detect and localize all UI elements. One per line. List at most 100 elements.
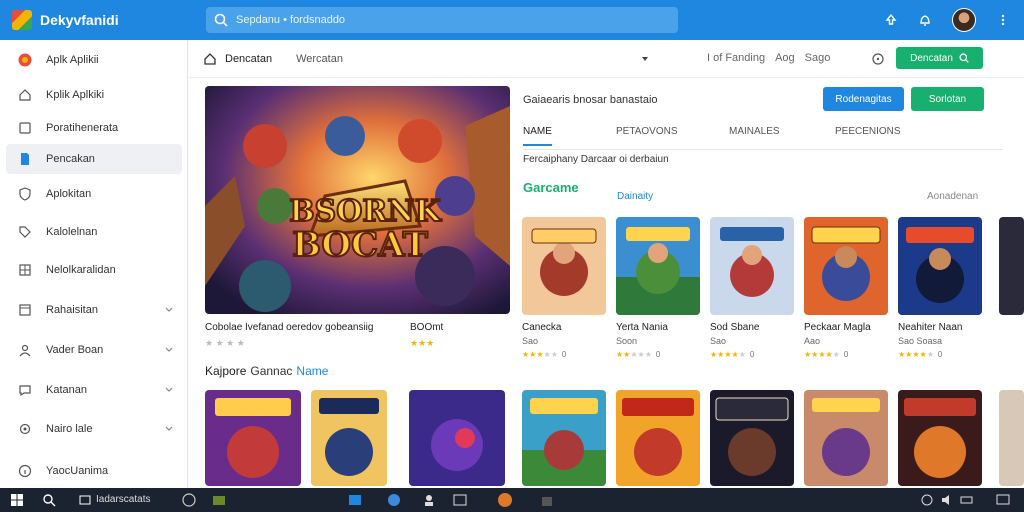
see-all-link[interactable]: Aonadenan bbox=[927, 191, 978, 202]
avatar[interactable] bbox=[952, 8, 976, 32]
tab-name[interactable]: NAME bbox=[523, 126, 552, 146]
sidebar-item-kplik-aplkiki[interactable]: Kplik Aplkiki bbox=[6, 80, 182, 110]
game-title: Yerta Nania bbox=[616, 322, 668, 333]
store-icon[interactable] bbox=[540, 493, 554, 507]
tab-peecenions[interactable]: PEECENIONS bbox=[835, 126, 901, 137]
sidebar-item-nairo-lale[interactable]: Nairo lale bbox=[6, 414, 182, 444]
game-title: Peckaar Magla bbox=[804, 322, 871, 333]
categories-tag[interactable]: Gannac bbox=[250, 364, 292, 378]
sidebar-item-aplokitan[interactable]: Aplokitan bbox=[6, 179, 182, 209]
game-art bbox=[710, 217, 794, 315]
notifications-center-icon[interactable] bbox=[996, 493, 1010, 507]
breadcrumb-home[interactable]: Dencatan bbox=[225, 53, 272, 65]
secondary-button[interactable]: Sorlotan bbox=[911, 87, 984, 111]
game-tile[interactable] bbox=[804, 217, 888, 315]
tag-icon bbox=[19, 226, 31, 238]
category-tile[interactable] bbox=[804, 390, 888, 486]
chat-icon bbox=[19, 385, 31, 397]
search-placeholder: Sepdanu • fordsnaddo bbox=[236, 14, 346, 26]
breadcrumb-second[interactable]: Wercatan bbox=[296, 53, 343, 65]
search-icon[interactable] bbox=[42, 493, 56, 507]
games-heading: Garcame bbox=[523, 180, 579, 195]
search-action-button[interactable]: Dencatan bbox=[896, 47, 983, 69]
chevron-down-icon bbox=[165, 307, 173, 312]
windows-start-icon[interactable] bbox=[10, 493, 24, 507]
network-icon[interactable] bbox=[920, 493, 934, 507]
edge-icon[interactable] bbox=[182, 493, 196, 507]
gear-icon bbox=[19, 423, 31, 435]
sidebar-item-nelolkaralidan[interactable]: Nelolkaralidan bbox=[6, 255, 182, 285]
featured-title: Cobolae Ivefanad oeredov gobeansiig bbox=[205, 322, 374, 333]
sidebar-item-vader-boan[interactable]: Vader Boan bbox=[6, 335, 182, 365]
featured-rating: ★ ★ ★ ★ bbox=[205, 338, 245, 348]
search-icon bbox=[959, 53, 969, 63]
tab-petaovons[interactable]: PETAOVONS bbox=[616, 126, 678, 137]
category-tile[interactable] bbox=[409, 390, 505, 486]
upload-icon[interactable] bbox=[884, 13, 898, 27]
sidebar-item-label: Vader Boan bbox=[46, 344, 104, 356]
game-tile[interactable] bbox=[522, 217, 606, 315]
battery-icon[interactable] bbox=[960, 493, 974, 507]
category-tile-partial[interactable] bbox=[999, 390, 1024, 486]
breadcrumb: Dencatan Wercatan I of Fanding Aog Sago … bbox=[189, 40, 1024, 78]
category-tile[interactable] bbox=[205, 390, 301, 486]
breadcrumb-link[interactable]: Sago bbox=[805, 52, 831, 64]
chevron-down-icon bbox=[165, 347, 173, 352]
game-title: Neahiter Naan bbox=[898, 322, 963, 333]
app-logo-icon bbox=[12, 10, 32, 30]
games-subheading[interactable]: Dainaity bbox=[617, 191, 653, 202]
game-rating-count: 0 bbox=[561, 350, 567, 359]
grid-icon bbox=[19, 264, 31, 276]
browser-icon[interactable] bbox=[387, 493, 401, 507]
file-explorer-icon[interactable] bbox=[212, 493, 226, 507]
category-tile[interactable] bbox=[522, 390, 606, 486]
task-view-icon[interactable] bbox=[78, 493, 92, 507]
settings-circle-icon[interactable] bbox=[871, 52, 885, 66]
category-tile[interactable] bbox=[616, 390, 700, 486]
document-icon bbox=[21, 153, 29, 165]
game-tile-partial[interactable] bbox=[999, 217, 1024, 315]
sidebar-item-kalolelnan[interactable]: Kalolelnan bbox=[6, 217, 182, 247]
breadcrumb-link[interactable]: I of Fanding bbox=[707, 52, 765, 64]
window-icon bbox=[19, 304, 31, 316]
categories-link[interactable]: Name bbox=[296, 364, 328, 378]
category-tile[interactable] bbox=[710, 390, 794, 486]
shield-icon bbox=[19, 187, 31, 201]
sidebar-item-rahaisitan[interactable]: Rahaisitan bbox=[6, 295, 182, 325]
featured-logo-text: BSORNK bbox=[289, 194, 442, 229]
more-options-icon[interactable] bbox=[996, 13, 1010, 27]
sidebar-item-yaocuanima[interactable]: YaocUanima bbox=[6, 456, 182, 486]
search-input[interactable]: Sepdanu • fordsnaddo bbox=[206, 7, 678, 33]
category-tile[interactable] bbox=[311, 390, 387, 486]
notifications-icon[interactable] bbox=[918, 13, 932, 27]
primary-button[interactable]: Rodenagitas bbox=[823, 87, 904, 111]
app-window-icon[interactable] bbox=[348, 493, 362, 507]
featured-banner[interactable]: BSORNK BOCAT bbox=[205, 86, 510, 314]
gallery-icon[interactable] bbox=[453, 493, 467, 507]
breadcrumb-links: I of Fanding Aog Sago bbox=[707, 52, 830, 64]
search-icon bbox=[214, 13, 228, 27]
game-app-icon[interactable] bbox=[498, 493, 512, 507]
volume-icon[interactable] bbox=[940, 493, 954, 507]
people-icon[interactable] bbox=[422, 493, 436, 507]
sidebar-item-aplk-aplikii[interactable]: Aplk Aplikii bbox=[6, 45, 182, 75]
chevron-down-icon bbox=[165, 426, 173, 431]
breadcrumb-link[interactable]: Aog bbox=[775, 52, 795, 64]
chevron-down-icon bbox=[165, 387, 173, 392]
game-tile[interactable] bbox=[898, 217, 982, 315]
sidebar-item-poratihenerata[interactable]: Poratihenerata bbox=[6, 113, 182, 143]
game-tile[interactable] bbox=[710, 217, 794, 315]
taskbar-search-label[interactable]: Iadarscatats bbox=[96, 494, 150, 505]
title-bar: Dekyvfanidi Sepdanu • fordsnaddo bbox=[0, 0, 1024, 40]
caret-down-icon[interactable] bbox=[641, 55, 649, 63]
sidebar-item-pencakan[interactable]: Pencakan bbox=[6, 144, 182, 174]
sidebar-item-katanan[interactable]: Katanan bbox=[6, 375, 182, 405]
sidebar-item-label: Katanan bbox=[46, 384, 87, 396]
game-tile[interactable] bbox=[616, 217, 700, 315]
category-tile[interactable] bbox=[898, 390, 982, 486]
sidebar-item-label: Nairo lale bbox=[46, 423, 93, 435]
tab-mainales[interactable]: MAINALES bbox=[729, 126, 780, 137]
home-icon[interactable] bbox=[203, 52, 217, 66]
sidebar-item-label: Aplokitan bbox=[46, 188, 92, 200]
game-rating: ★★★★★ 0 bbox=[898, 350, 943, 359]
